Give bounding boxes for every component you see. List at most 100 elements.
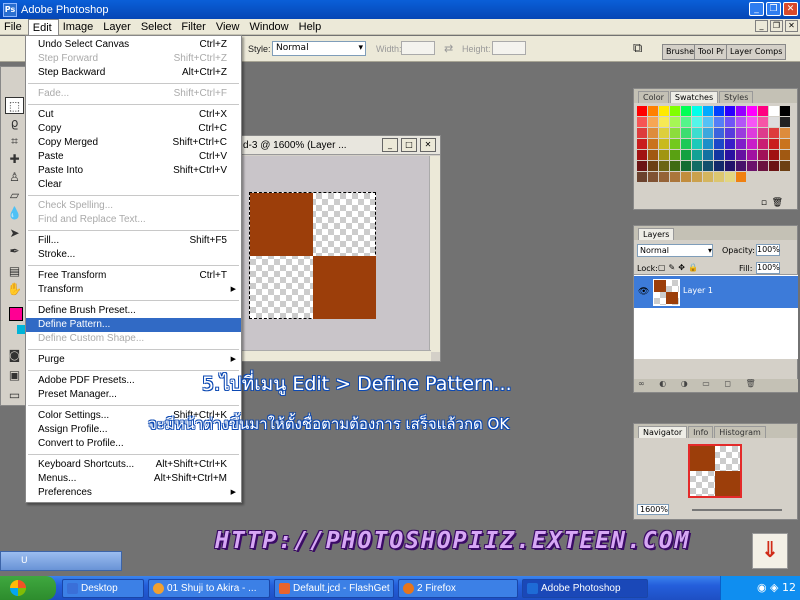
tab-layers[interactable]: Layers (638, 228, 675, 240)
screen-mode-icon[interactable]: ▣ (5, 367, 24, 384)
swatch-cell[interactable] (703, 150, 713, 160)
taskbar-item-photoshop[interactable]: Adobe Photoshop (522, 579, 648, 598)
menu-item-paste[interactable]: Paste Ctrl+V (26, 150, 241, 164)
horizontal-scrollbar[interactable] (231, 350, 431, 361)
menu-item-convert-to-profile[interactable]: Convert to Profile... (26, 437, 241, 451)
swatch-cell[interactable] (659, 139, 669, 149)
swatch-cell[interactable] (725, 128, 735, 138)
foreground-color-swatch[interactable] (9, 307, 23, 321)
swatch-cell[interactable] (670, 139, 680, 149)
swap-icon[interactable]: ⇄ (444, 42, 453, 55)
tab-swatches[interactable]: Swatches (669, 91, 719, 103)
swatch-cell[interactable] (780, 172, 790, 182)
path-select-tool-icon[interactable]: ➤ (5, 225, 24, 242)
taskbar-item-firefox[interactable]: 2 Firefox (398, 579, 518, 598)
swatch-cell[interactable] (692, 139, 702, 149)
swatch-cell[interactable] (758, 183, 768, 193)
document-window[interactable]: d-3 @ 1600% (Layer ... _ □ ✕ (230, 135, 441, 362)
swatch-cell[interactable] (725, 106, 735, 116)
swatch-cell[interactable] (780, 139, 790, 149)
menu-select[interactable]: Select (137, 19, 178, 35)
swatch-cell[interactable] (681, 172, 691, 182)
menu-window[interactable]: Window (246, 19, 295, 35)
eye-icon[interactable]: 👁 (638, 287, 649, 297)
dock-tab-tool-presets[interactable]: Tool Pr (694, 44, 729, 60)
swatch-cell[interactable] (758, 161, 768, 171)
swatch-cell[interactable] (637, 150, 647, 160)
swatch-cell[interactable] (659, 128, 669, 138)
swatch-cell[interactable] (736, 172, 746, 182)
swatch-cell[interactable] (780, 128, 790, 138)
swatch-cell[interactable] (780, 150, 790, 160)
opacity-field[interactable]: 100% (756, 244, 780, 256)
swatch-cell[interactable] (725, 150, 735, 160)
menu-layer[interactable]: Layer (99, 19, 137, 35)
menu-item-preferences[interactable]: Preferences ▶ (26, 486, 241, 500)
swatch-cell[interactable] (659, 172, 669, 182)
menu-image[interactable]: Image (59, 19, 100, 35)
swatch-cell[interactable] (692, 117, 702, 127)
swatch-cell[interactable] (758, 172, 768, 182)
swatch-cell[interactable] (659, 150, 669, 160)
menu-file[interactable]: File (0, 19, 28, 35)
swatch-cell[interactable] (714, 161, 724, 171)
menu-item-purge[interactable]: Purge ▶ (26, 353, 241, 367)
swatch-cell[interactable] (758, 117, 768, 127)
swatch-cell[interactable] (769, 161, 779, 171)
swatch-cell[interactable] (670, 117, 680, 127)
swatch-cell[interactable] (769, 183, 779, 193)
menu-item-step-backward[interactable]: Step Backward Alt+Ctrl+Z (26, 66, 241, 80)
fill-field[interactable]: 100% (756, 262, 780, 274)
file-browser-icon[interactable]: ⧉ (633, 40, 642, 56)
swatch-cell[interactable] (681, 106, 691, 116)
download-icon[interactable]: ⇓ (752, 533, 788, 569)
swatch-cell[interactable] (780, 161, 790, 171)
swatch-cell[interactable] (714, 106, 724, 116)
swatch-cell[interactable] (703, 172, 713, 182)
swatch-cell[interactable] (703, 106, 713, 116)
swatch-cell[interactable] (648, 161, 658, 171)
swatch-cell[interactable] (758, 139, 768, 149)
tab-histogram[interactable]: Histogram (714, 426, 766, 438)
doc-restore-button[interactable]: ❐ (770, 20, 783, 32)
menu-item-cut[interactable]: Cut Ctrl+X (26, 108, 241, 122)
swatch-cell[interactable] (725, 161, 735, 171)
menu-view[interactable]: View (212, 19, 246, 35)
swatch-cell[interactable] (692, 150, 702, 160)
swatch-cell[interactable] (692, 106, 702, 116)
blend-mode-select[interactable]: Normal ▾ (637, 244, 713, 257)
width-field[interactable] (401, 41, 435, 55)
swatch-cell[interactable] (747, 128, 757, 138)
layer-row-layer-1[interactable]: 👁 Layer 1 (634, 276, 798, 308)
crop-tool-icon[interactable]: ⌗ (5, 133, 24, 150)
swatch-cell[interactable] (725, 139, 735, 149)
tab-navigator[interactable]: Navigator (638, 426, 688, 438)
swatch-cell[interactable] (703, 128, 713, 138)
swatch-cell[interactable] (769, 128, 779, 138)
swatch-cell[interactable] (736, 128, 746, 138)
swatch-cell[interactable] (703, 139, 713, 149)
swatch-cell[interactable] (648, 183, 658, 193)
swatch-cell[interactable] (747, 106, 757, 116)
dock-tab-layer-comps[interactable]: Layer Comps (726, 44, 787, 60)
notes-tool-icon[interactable]: ▤ (5, 263, 24, 280)
style-select[interactable]: Normal ▾ (272, 41, 366, 56)
swatch-cell[interactable] (637, 139, 647, 149)
navigator-zoom-field[interactable]: 1600% (637, 504, 669, 515)
swatch-cell[interactable] (747, 117, 757, 127)
lasso-tool-icon[interactable]: ϱ (5, 115, 24, 132)
healing-tool-icon[interactable]: ✚ (5, 151, 24, 168)
menu-filter[interactable]: Filter (177, 19, 211, 35)
swatch-cell[interactable] (692, 128, 702, 138)
swatch-cell[interactable] (714, 128, 724, 138)
swatch-cell[interactable] (769, 139, 779, 149)
swatch-cell[interactable] (648, 128, 658, 138)
doc-minimize-button[interactable]: _ (755, 20, 768, 32)
swatch-cell[interactable] (659, 117, 669, 127)
close-button[interactable]: ✕ (783, 2, 798, 16)
swatch-cell[interactable] (747, 139, 757, 149)
swatch-cell[interactable] (703, 117, 713, 127)
quick-mask-icon[interactable]: ◙ (5, 347, 24, 364)
swatch-cell[interactable] (648, 117, 658, 127)
menu-item-undo-select-canvas[interactable]: Undo Select Canvas Ctrl+Z (26, 38, 241, 52)
